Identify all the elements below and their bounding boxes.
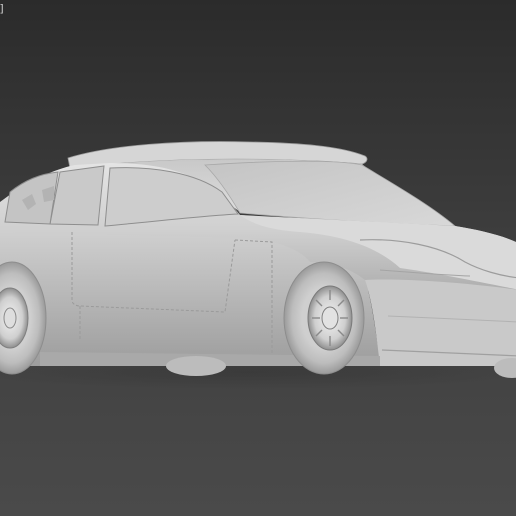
race-car-model[interactable] <box>0 0 516 516</box>
front-wheel <box>283 261 365 375</box>
far-rear-wheel <box>166 356 226 376</box>
3d-viewport[interactable]: g] <box>0 0 516 516</box>
